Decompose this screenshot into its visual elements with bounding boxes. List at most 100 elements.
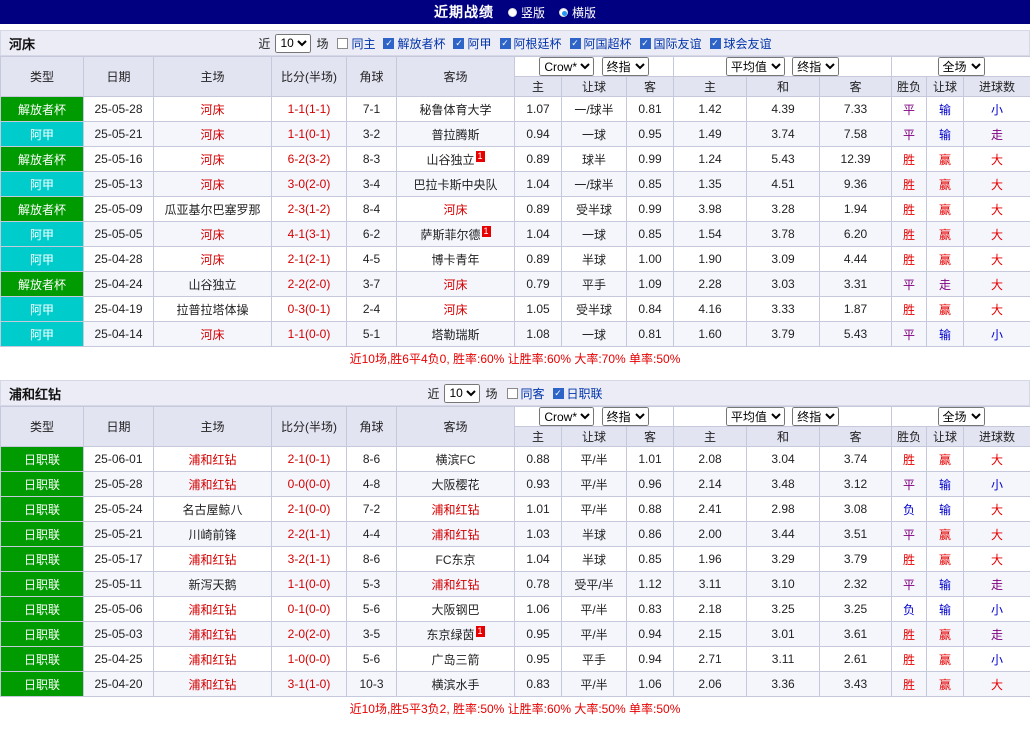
score-cell[interactable]: 6-2(3-2)	[272, 147, 347, 172]
away-team-link[interactable]: 东京绿茵	[426, 628, 474, 642]
away-team-link[interactable]: 横滨FC	[436, 453, 476, 467]
filter-checkbox[interactable]: ✓球会友谊	[710, 35, 772, 52]
home-team-link[interactable]: 河床	[200, 328, 224, 342]
home-team-link[interactable]: 浦和红钻	[188, 628, 236, 642]
avg-stage-select[interactable]: 终指	[792, 407, 839, 426]
score-cell[interactable]: 1-0(0-0)	[272, 647, 347, 672]
home-team-link[interactable]: 河床	[200, 253, 224, 267]
away-team-link[interactable]: 普拉腾斯	[431, 128, 479, 142]
filter-checkbox[interactable]: ✓国际友谊	[640, 35, 702, 52]
layout-radio-vertical[interactable]: 竖版	[508, 4, 545, 21]
scope-select[interactable]: 全场	[938, 57, 985, 76]
score-cell[interactable]: 1-1(0-1)	[272, 122, 347, 147]
score-cell[interactable]: 1-1(0-0)	[272, 322, 347, 347]
avg-stage-select[interactable]: 终指	[792, 57, 839, 76]
winloss-result-cell: 胜	[892, 147, 927, 172]
away-team-link[interactable]: 河床	[443, 278, 467, 292]
filter-checkbox[interactable]: ✓阿甲	[453, 35, 491, 52]
avg-odds-select[interactable]: 平均值	[726, 57, 785, 76]
handicap-home-odds-cell: 0.79	[515, 272, 562, 297]
score-cell[interactable]: 2-1(0-1)	[272, 447, 347, 472]
score-cell[interactable]: 2-3(1-2)	[272, 197, 347, 222]
score-cell[interactable]: 2-0(2-0)	[272, 622, 347, 647]
away-team-link[interactable]: 浦和红钻	[431, 528, 479, 542]
score-cell[interactable]: 0-0(0-0)	[272, 472, 347, 497]
score-cell[interactable]: 2-2(2-0)	[272, 272, 347, 297]
score-cell[interactable]: 1-1(1-1)	[272, 97, 347, 122]
away-team-link[interactable]: FC东京	[436, 553, 476, 567]
away-team-link[interactable]: 广岛三箭	[431, 653, 479, 667]
filter-checkbox[interactable]: 同主	[337, 35, 375, 52]
away-team-link[interactable]: 河床	[443, 203, 467, 217]
team-section: 河床 近 10 场 同主✓解放者杯✓阿甲✓阿根廷杯✓阿国超杯✓国际友谊✓球会友谊…	[0, 30, 1030, 372]
away-team-link[interactable]: 大阪钢巴	[431, 603, 479, 617]
match-count-select[interactable]: 10	[275, 34, 311, 53]
odds-provider-select[interactable]: Crow*	[539, 407, 594, 426]
score-cell[interactable]: 4-1(3-1)	[272, 222, 347, 247]
filter-checkbox[interactable]: 同客	[507, 385, 545, 402]
home-team-link[interactable]: 河床	[200, 128, 224, 142]
home-team-link[interactable]: 河床	[200, 178, 224, 192]
col-header-winloss: 胜负	[892, 77, 927, 97]
filter-bar: 近 10 场 同客✓日职联	[427, 384, 602, 403]
filter-checkbox[interactable]: ✓阿国超杯	[570, 35, 632, 52]
score-cell[interactable]: 2-2(1-1)	[272, 522, 347, 547]
home-team-link[interactable]: 浦和红钻	[188, 653, 236, 667]
odds-stage-select[interactable]: 终指	[602, 57, 649, 76]
score-cell[interactable]: 1-1(0-0)	[272, 572, 347, 597]
filter-checkbox[interactable]: ✓解放者杯	[383, 35, 445, 52]
odds-stage-select[interactable]: 终指	[602, 407, 649, 426]
score-cell[interactable]: 3-2(1-1)	[272, 547, 347, 572]
match-count-select[interactable]: 10	[444, 384, 480, 403]
score-cell[interactable]: 0-1(0-0)	[272, 597, 347, 622]
score-cell[interactable]: 2-1(0-0)	[272, 497, 347, 522]
scope-select[interactable]: 全场	[938, 407, 985, 426]
col-header-avg-home: 主	[674, 77, 747, 97]
odds-provider-select[interactable]: Crow*	[539, 57, 594, 76]
home-team-link[interactable]: 拉普拉塔体操	[176, 303, 248, 317]
winloss-result-cell: 负	[892, 497, 927, 522]
winloss-result-cell: 胜	[892, 247, 927, 272]
avg-odds-select[interactable]: 平均值	[726, 407, 785, 426]
away-team-link[interactable]: 横滨水手	[431, 678, 479, 692]
away-team-link[interactable]: 大阪樱花	[431, 478, 479, 492]
away-team-link[interactable]: 萨斯菲尔德	[420, 228, 480, 242]
team-name[interactable]: 河床	[9, 34, 35, 53]
home-team-cell: 河床	[154, 122, 272, 147]
away-team-link[interactable]: 浦和红钻	[431, 503, 479, 517]
home-team-link[interactable]: 浦和红钻	[188, 603, 236, 617]
away-team-link[interactable]: 秘鲁体育大学	[419, 103, 491, 117]
score-cell[interactable]: 3-0(2-0)	[272, 172, 347, 197]
home-team-link[interactable]: 山谷独立	[188, 278, 236, 292]
score-cell[interactable]: 2-1(2-1)	[272, 247, 347, 272]
home-team-link[interactable]: 浦和红钻	[188, 678, 236, 692]
away-team-link[interactable]: 博卡青年	[431, 253, 479, 267]
corners-cell: 8-6	[347, 447, 397, 472]
home-team-link[interactable]: 河床	[200, 153, 224, 167]
filter-checkbox[interactable]: ✓阿根廷杯	[500, 35, 562, 52]
away-team-link[interactable]: 河床	[443, 303, 467, 317]
avg-home-odds-cell: 4.16	[674, 297, 747, 322]
layout-radio-horizontal[interactable]: 横版	[559, 4, 596, 21]
away-team-link[interactable]: 浦和红钻	[431, 578, 479, 592]
home-team-cell: 新泻天鹅	[154, 572, 272, 597]
home-team-cell: 浦和红钻	[154, 472, 272, 497]
filter-checkbox[interactable]: ✓日职联	[553, 385, 603, 402]
away-team-link[interactable]: 山谷独立	[426, 153, 474, 167]
away-team-link[interactable]: 巴拉卡斯中央队	[413, 178, 497, 192]
home-team-link[interactable]: 川崎前锋	[188, 528, 236, 542]
home-team-link[interactable]: 瓜亚基尔巴塞罗那	[164, 203, 260, 217]
home-team-link[interactable]: 新泻天鹅	[188, 578, 236, 592]
handicap-line-cell: 半球	[562, 247, 627, 272]
home-team-link[interactable]: 浦和红钻	[188, 553, 236, 567]
score-cell[interactable]: 0-3(0-1)	[272, 297, 347, 322]
away-team-link[interactable]: 塔勒瑞斯	[431, 328, 479, 342]
score-cell[interactable]: 3-1(1-0)	[272, 672, 347, 697]
home-team-link[interactable]: 河床	[200, 228, 224, 242]
home-team-link[interactable]: 浦和红钻	[188, 453, 236, 467]
home-team-link[interactable]: 名古屋鲸八	[182, 503, 242, 517]
home-team-link[interactable]: 河床	[200, 103, 224, 117]
section-header-band: 浦和红钻 近 10 场 同客✓日职联	[0, 380, 1030, 406]
team-name[interactable]: 浦和红钻	[9, 384, 61, 403]
home-team-link[interactable]: 浦和红钻	[188, 478, 236, 492]
